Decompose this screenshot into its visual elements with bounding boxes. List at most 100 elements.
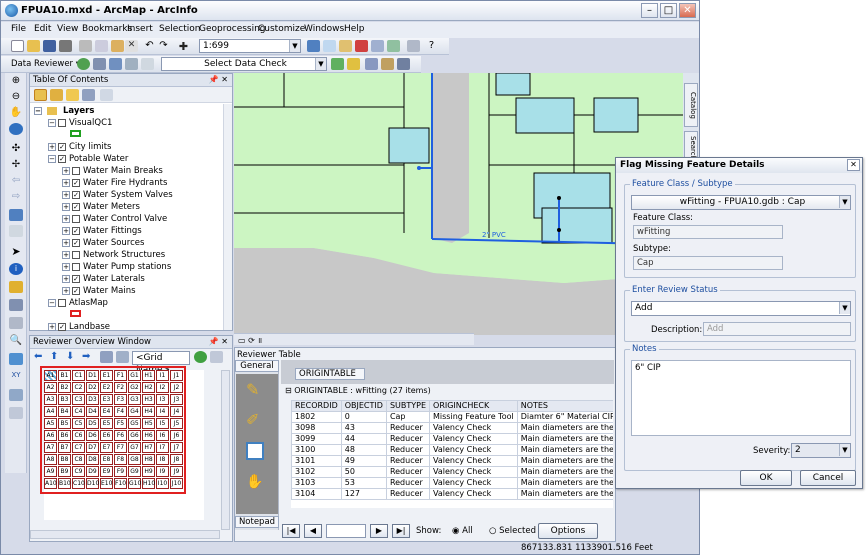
grid-name-combo[interactable]: <Grid Name>: [132, 351, 190, 375]
toc-layers-root[interactable]: − Layers: [34, 106, 94, 117]
layer-checkbox[interactable]: [72, 166, 80, 175]
cell[interactable]: 48: [340, 444, 387, 456]
list-by-selection-icon[interactable]: [82, 89, 95, 101]
cut-icon[interactable]: [79, 40, 92, 52]
redo-icon[interactable]: ↷: [157, 40, 170, 52]
cell[interactable]: 1802: [291, 411, 342, 423]
cell[interactable]: Reducer: [385, 433, 431, 445]
toc-item-water-laterals[interactable]: + ✓ Water Laterals: [62, 274, 145, 285]
undo-icon[interactable]: ↶: [143, 40, 156, 52]
toc-options-icon[interactable]: [100, 89, 113, 101]
find-route-icon[interactable]: [9, 353, 23, 365]
search-window-icon[interactable]: [355, 40, 368, 52]
toc-item-network-structures[interactable]: + Network Structures: [62, 250, 165, 261]
expand-icon[interactable]: +: [62, 250, 70, 259]
select-features-icon[interactable]: [9, 209, 23, 221]
back-extent-icon[interactable]: ⇦: [9, 175, 23, 187]
python-window-icon[interactable]: [387, 40, 400, 52]
cell[interactable]: Reducer: [385, 488, 431, 500]
pan-to-grid-icon[interactable]: [116, 351, 129, 363]
delete-icon[interactable]: ✕: [125, 40, 138, 52]
go-icon[interactable]: [194, 351, 207, 363]
layer-checkbox[interactable]: ✓: [72, 202, 80, 211]
cell[interactable]: Main diameters are the: [516, 466, 613, 478]
new-document-icon[interactable]: [11, 40, 24, 52]
cell[interactable]: Valency Check: [429, 444, 518, 456]
column-header-notes[interactable]: NOTES: [516, 400, 613, 412]
toc-item-landbase[interactable]: + ✓ Landbase: [48, 322, 110, 333]
zoom-in-icon[interactable]: ⊕: [9, 75, 23, 87]
toc-item-water-meters[interactable]: + ✓ Water Meters: [62, 202, 140, 213]
description-field[interactable]: Add: [703, 322, 851, 336]
html-popup-icon[interactable]: [9, 299, 23, 311]
overview-hscrollbar[interactable]: [30, 530, 220, 539]
table-row[interactable]: 3104 127 Reducer Valency Check Main diameter…: [291, 488, 613, 500]
cell[interactable]: Reducer: [385, 444, 431, 456]
show-selected-radio[interactable]: ○ Selected: [489, 526, 536, 536]
notes-textarea[interactable]: 6" CIP: [631, 360, 851, 436]
cell[interactable]: 53: [340, 477, 387, 489]
list-by-source-icon[interactable]: [50, 89, 63, 101]
pencil-icon[interactable]: ✎: [246, 380, 259, 399]
expand-icon[interactable]: +: [62, 238, 70, 247]
close-button[interactable]: ✕: [679, 3, 696, 18]
full-extent-icon[interactable]: [9, 123, 23, 135]
forward-extent-icon[interactable]: ⇨: [9, 191, 23, 203]
cell[interactable]: 3104: [291, 488, 342, 500]
toc-item-water-system-valves[interactable]: + ✓ Water System Valves: [62, 190, 173, 201]
toc-item-water-mains[interactable]: + ✓ Water Mains: [62, 286, 136, 297]
chevron-down-icon[interactable]: ▼: [839, 444, 850, 456]
cell[interactable]: 3100: [291, 444, 342, 456]
first-record-button[interactable]: |◀: [282, 524, 300, 538]
collapse-icon[interactable]: −: [48, 154, 56, 163]
hand-icon[interactable]: ✋: [246, 474, 263, 490]
measure-icon[interactable]: [9, 317, 23, 329]
map-scale-combo[interactable]: 1:699 ▼: [199, 39, 301, 53]
toc-item-water-sources[interactable]: + ✓ Water Sources: [62, 238, 144, 249]
menu-help[interactable]: Help: [344, 24, 365, 34]
run-check-icon[interactable]: [331, 58, 344, 70]
grid-settings-icon[interactable]: [210, 351, 223, 363]
pin-icon[interactable]: 📌 ✕: [209, 336, 228, 348]
cell[interactable]: 3101: [291, 455, 342, 467]
clear-selection-icon[interactable]: [9, 225, 23, 237]
cell[interactable]: Main diameters are the: [516, 455, 613, 467]
whats-this-help-icon[interactable]: ?: [425, 40, 438, 52]
table-row[interactable]: 3100 48 Reducer Valency Check Main diameters…: [291, 444, 613, 456]
cell[interactable]: Valency Check: [429, 455, 518, 467]
toc-item-water-fittings[interactable]: + ✓ Water Fittings: [62, 226, 142, 237]
toc-item-water-main-breaks[interactable]: + Water Main Breaks: [62, 166, 163, 177]
show-all-radio[interactable]: ◉ All: [452, 526, 473, 536]
save-icon[interactable]: [43, 40, 56, 52]
maximize-button[interactable]: □: [660, 3, 677, 18]
layer-checkbox[interactable]: ✓: [72, 226, 80, 235]
flag-missing-feature-icon[interactable]: [365, 58, 378, 70]
cell[interactable]: 3098: [291, 422, 342, 434]
data-reviewer-menu[interactable]: Data Reviewer ▾: [11, 59, 80, 69]
identify-icon[interactable]: i: [9, 263, 23, 275]
list-by-drawing-order-icon[interactable]: [34, 89, 47, 101]
chevron-down-icon[interactable]: ▼: [315, 58, 326, 70]
check-properties-icon[interactable]: [347, 58, 360, 70]
data-check-combo[interactable]: Select Data Check ▼: [161, 57, 327, 71]
cell[interactable]: Reducer: [385, 455, 431, 467]
pan-icon[interactable]: ✋: [9, 107, 23, 119]
batch-validate-icon[interactable]: [141, 58, 154, 70]
cell[interactable]: Missing Feature Tool: [429, 411, 518, 423]
water-meter-point[interactable]: [557, 196, 561, 200]
expand-icon[interactable]: +: [62, 190, 70, 199]
column-header-origincheck[interactable]: ORIGINCHECK: [429, 400, 518, 412]
menu-bookmarks[interactable]: Bookmarks: [82, 24, 132, 34]
zoom-out-icon[interactable]: ⊖: [9, 91, 23, 103]
arrow-up-icon[interactable]: ⬆: [50, 351, 63, 363]
collapse-icon[interactable]: −: [48, 118, 56, 127]
expand-icon[interactable]: +: [48, 322, 56, 331]
expand-icon[interactable]: +: [62, 274, 70, 283]
catalog-tab[interactable]: Catalog: [684, 83, 698, 127]
menu-view[interactable]: View: [57, 24, 78, 34]
chevron-down-icon[interactable]: ▼: [289, 40, 300, 52]
severity-select[interactable]: 2 ▼: [791, 443, 851, 458]
reviewer-options-icon[interactable]: [397, 58, 410, 70]
cell[interactable]: Main diameters are the same: [516, 488, 613, 500]
layer-checkbox[interactable]: [58, 298, 66, 307]
